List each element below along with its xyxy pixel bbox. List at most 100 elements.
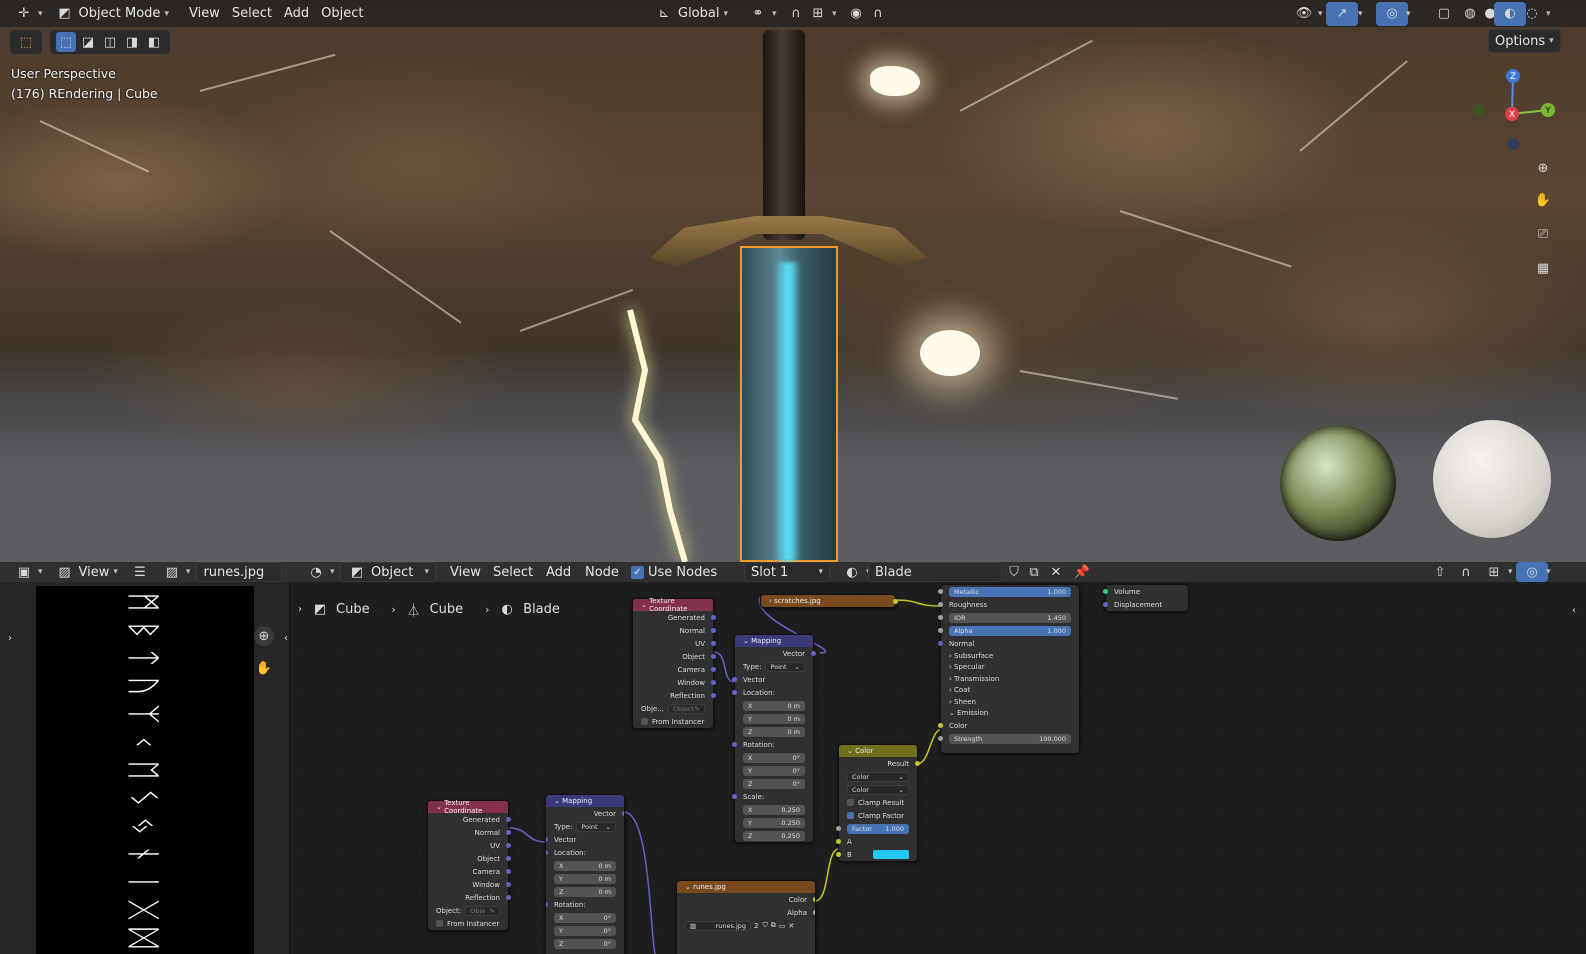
socket-reflection[interactable]: Reflection [428,891,511,904]
socket-displacement[interactable]: Displacement [1103,598,1188,611]
image-name-field[interactable]: runes.jpg [196,562,283,582]
zoom-icon[interactable]: ⊕ [1533,158,1553,178]
socket-dot[interactable] [938,723,943,728]
socket-dot[interactable] [506,869,511,874]
panel-emission[interactable]: ⌄ Emission [941,708,1079,720]
scl-x[interactable]: X 0.250 [735,803,813,816]
socket-dot[interactable] [622,811,624,816]
mode-dropdown[interactable]: ◩ Object Mode ▾ [49,2,175,26]
socket-dot[interactable] [1103,602,1108,607]
node-material-output[interactable]: Volume Displacement [1103,584,1189,612]
fake-user-icon[interactable]: ⛉ [1004,562,1024,582]
navigation-gizmo[interactable]: Z Y X [1466,64,1558,156]
zoom-icon[interactable]: ⊕ [254,626,274,646]
node-menu-view[interactable]: View [444,562,487,582]
from-instancer-row[interactable]: From Instancer [428,917,508,930]
socket-dot[interactable] [813,897,815,902]
select-tool[interactable]: ⬚ [10,30,42,54]
loc-y[interactable]: Y 0 m [546,872,624,885]
number-field[interactable]: Z 0 m [554,886,616,897]
socket-normal[interactable]: Normal [428,826,511,839]
clamp-result-row[interactable]: Clamp Result [839,796,917,809]
editor-type-button[interactable]: ✛ ▾ [8,2,49,26]
3d-viewport[interactable]: ✛ ▾ ◩ Object Mode ▾ View Select Add Object … [0,0,1586,562]
hamburger-menu[interactable]: ☰ [124,562,156,582]
strength-row[interactable]: Strength 100.000 [938,732,1079,745]
socket-dot[interactable] [938,736,943,741]
pin-icon[interactable]: 📌 [1072,562,1092,582]
number-field[interactable]: Y 0 m [554,873,616,884]
socket-dot[interactable] [506,895,511,900]
runes-image[interactable]: ᛗᛒᛏᚢᛉᚲᛖᛊᛃᚾᛁᚷᛞ [36,586,254,954]
socket-dot[interactable] [836,852,841,857]
socket-alpha[interactable]: Alpha [677,906,815,919]
socket-dot[interactable] [506,830,511,835]
blend-dropdown[interactable]: Color ⌄ [847,784,909,795]
socket-dot[interactable] [938,602,943,607]
transform-orientation-dropdown[interactable]: ⊾ Global ▾ [648,2,734,26]
socket-dot[interactable] [732,677,737,682]
number-field[interactable]: Strength 100.000 [949,733,1071,744]
image-view-dropdown[interactable]: ▨ View ▾ [49,562,124,582]
node-mapping[interactable]: ⌄ Mapping Vector Type: Point ⌄ Vector Loca… [732,634,816,843]
socket-dot[interactable] [732,794,737,799]
socket-dot[interactable] [546,837,548,842]
node-runes-image[interactable]: ⌄ runes.jpg Color Alpha ▨ runes.jpg 2 ⛉ ⧉… [676,880,816,954]
socket-normal[interactable]: Normal [633,624,716,637]
socket-object[interactable]: Object [428,852,511,865]
panel-subsurface[interactable]: › Subsurface [941,650,1079,662]
socket-dot[interactable] [711,654,716,659]
snap-target-dropdown[interactable]: ⊞ ▾ [802,2,843,26]
close-icon[interactable]: ✕ [1046,562,1066,582]
checkbox-checked-icon[interactable] [847,812,854,819]
emission-color-row[interactable]: Color [938,719,1079,732]
checkbox-icon[interactable] [641,718,648,725]
socket-dot[interactable] [506,882,511,887]
socket-object[interactable]: Object [633,650,716,663]
data-type-row[interactable]: Color ⌄ [839,770,917,783]
rot-x[interactable]: X 0° [735,751,813,764]
grid-icon[interactable]: ▦ [1533,258,1553,278]
number-field[interactable]: Y 0 m [743,713,805,724]
socket-result[interactable]: Result [839,757,920,770]
socket-dot[interactable] [711,628,716,633]
number-field[interactable]: Z 0.250 [743,830,805,841]
menu-object[interactable]: Object [315,2,369,26]
socket-dot[interactable] [711,615,716,620]
socket-dot[interactable] [711,667,716,672]
number-field[interactable]: Y 0° [554,925,616,936]
socket-a[interactable]: A [836,835,917,848]
overlays-dropdown[interactable]: ▾ [1400,2,1417,26]
socket-camera[interactable]: Camera [428,865,511,878]
snap-magnet-icon[interactable]: ∩ [1456,562,1476,582]
socket-dot[interactable] [506,856,511,861]
number-field[interactable]: X 0 m [554,860,616,871]
socket-dot[interactable] [915,761,920,766]
expand-arrow-icon[interactable]: › [0,628,20,648]
checkbox-icon[interactable] [436,920,443,927]
menu-add[interactable]: Add [278,2,315,26]
socket-window[interactable]: Window [633,676,716,689]
fake-user-icon[interactable]: ⛉ [762,921,767,930]
socket-dot[interactable] [893,599,898,604]
socket-dot[interactable] [938,641,943,646]
number-field[interactable]: X 0° [554,912,616,923]
socket-vector-in[interactable]: Vector [732,673,813,686]
gizmo-dropdown[interactable]: ▾ [1352,2,1369,26]
socket-dot[interactable] [732,690,737,695]
number-field[interactable]: Alpha 1.000 [949,625,1071,636]
socket-dot[interactable] [711,641,716,646]
node-principled-bsdf[interactable]: Metallic 1.000 Roughness IOR 1.450 Alpha 1.… [938,584,1080,754]
node-editor-type[interactable]: ◔ ▾ [300,562,341,582]
data-type-dropdown[interactable]: Color ⌄ [847,771,909,782]
number-field[interactable]: Z 0° [554,938,616,949]
socket-dot[interactable] [938,615,943,620]
number-field[interactable]: Factor 1.000 [847,823,909,834]
socket-dot[interactable] [813,910,815,915]
rot-y[interactable]: Y 0° [735,764,813,777]
blend-row[interactable]: Color ⌄ [839,783,917,796]
close-icon[interactable]: ✕ [788,922,794,930]
node-scratches-image[interactable]: › scratches.jpg [760,594,898,608]
node-mix-color[interactable]: ⌄ Color Result Color ⌄ Color ⌄ Clamp Resul… [836,744,920,862]
hand-icon[interactable]: ✋ [254,658,274,678]
